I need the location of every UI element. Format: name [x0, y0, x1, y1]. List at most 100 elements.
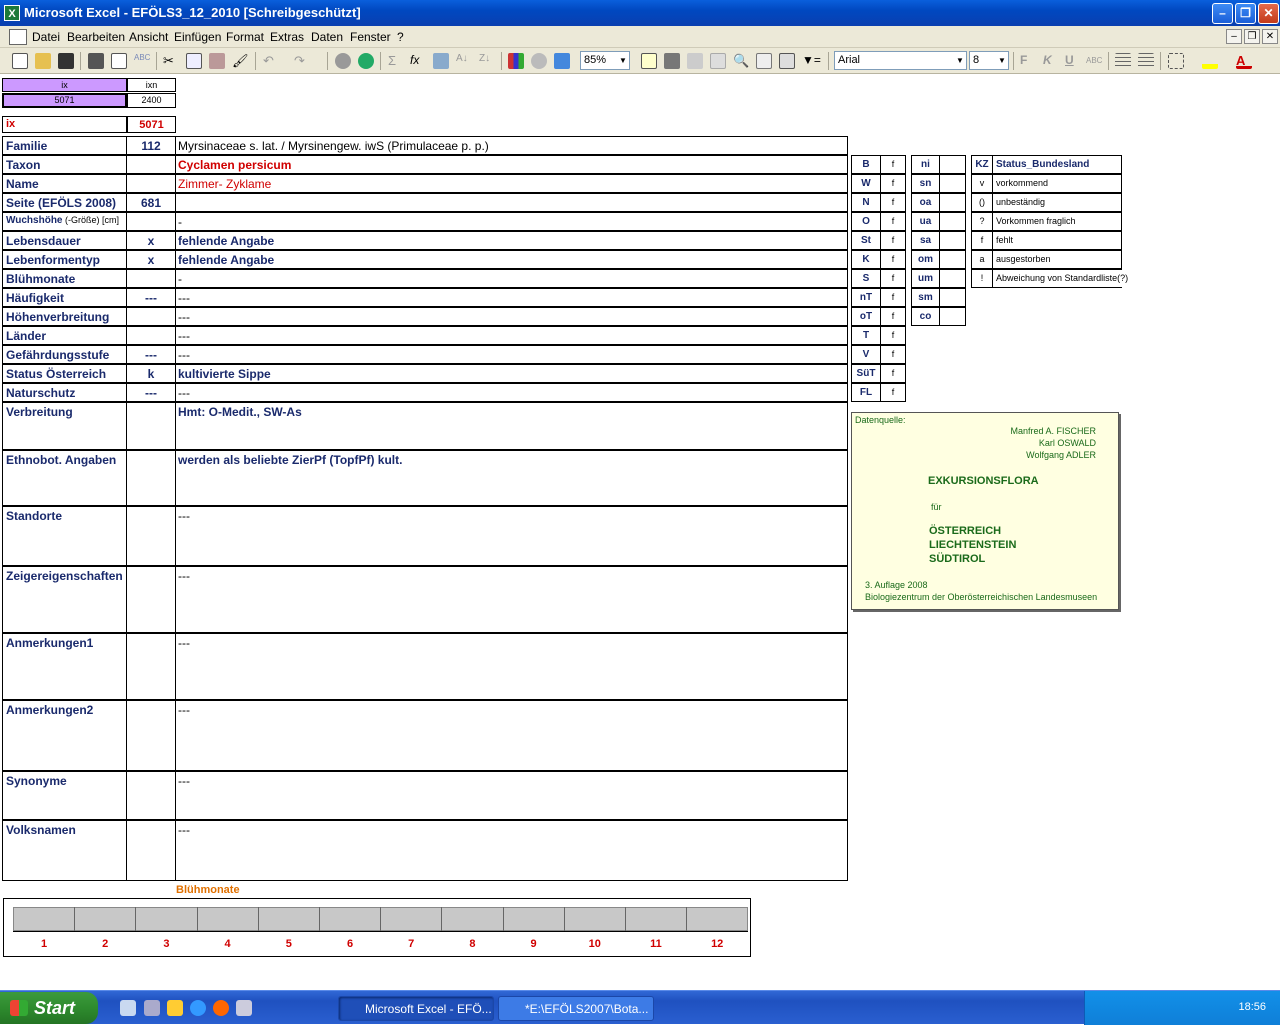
chart-icon[interactable]: [508, 53, 524, 69]
doc-minimize-button[interactable]: –: [1226, 29, 1242, 44]
row-value[interactable]: ---: [175, 820, 848, 881]
row-value[interactable]: Zimmer- Zyklame: [175, 174, 848, 193]
bundesland-code[interactable]: O: [851, 212, 881, 231]
function-icon[interactable]: fx: [410, 53, 426, 69]
print-icon[interactable]: [88, 53, 104, 69]
row-code[interactable]: 681: [126, 193, 176, 212]
open-icon[interactable]: [35, 53, 51, 69]
bundesland-status[interactable]: f: [880, 326, 906, 345]
bundesland-status2[interactable]: [939, 212, 966, 231]
close-button[interactable]: ✕: [1258, 3, 1279, 24]
row-code[interactable]: k: [126, 364, 176, 383]
start-button[interactable]: Start: [0, 992, 98, 1024]
save-icon[interactable]: [58, 53, 74, 69]
row-value[interactable]: ---: [175, 700, 848, 771]
underline-button[interactable]: U: [1065, 53, 1081, 69]
bundesland-status2[interactable]: [939, 307, 966, 326]
bundesland-code[interactable]: oT: [851, 307, 881, 326]
bundesland-code[interactable]: FL: [851, 383, 881, 402]
row-code[interactable]: [126, 402, 176, 450]
ixn-value[interactable]: 2400: [127, 93, 176, 108]
redo-icon[interactable]: ↷: [294, 53, 310, 69]
bundesland-status2[interactable]: [939, 193, 966, 212]
row-value[interactable]: ---: [175, 383, 848, 402]
bundesland-code2[interactable]: sn: [911, 174, 940, 193]
ix-value[interactable]: 5071: [2, 93, 127, 108]
bundesland-code2[interactable]: ua: [911, 212, 940, 231]
row-code[interactable]: [126, 700, 176, 771]
row-code[interactable]: [126, 326, 176, 345]
tool1-icon[interactable]: [664, 53, 680, 69]
row-value[interactable]: -: [175, 269, 848, 288]
row-value[interactable]: ---: [175, 633, 848, 700]
strike-button[interactable]: ABC: [1086, 53, 1102, 69]
bundesland-code[interactable]: nT: [851, 288, 881, 307]
format-painter-icon[interactable]: 🖌: [232, 53, 249, 69]
fill-color-icon[interactable]: [1202, 53, 1218, 69]
tool2-icon[interactable]: [687, 53, 703, 69]
bundesland-code[interactable]: S: [851, 269, 881, 288]
row-value[interactable]: Myrsinaceae s. lat. / Myrsinengew. iwS (…: [175, 136, 848, 155]
menu-datei[interactable]: Datei: [32, 30, 60, 44]
font-color-icon[interactable]: A: [1236, 53, 1252, 69]
bundesland-code[interactable]: V: [851, 345, 881, 364]
tool4-icon[interactable]: [756, 53, 772, 69]
firefox-icon[interactable]: [213, 1000, 229, 1016]
row-value[interactable]: ---: [175, 566, 848, 633]
spelling-icon[interactable]: ABC: [134, 53, 150, 69]
menu-daten[interactable]: Daten: [311, 30, 343, 44]
menu-einfuegen[interactable]: Einfügen: [174, 30, 221, 44]
desktop-icon[interactable]: [120, 1000, 136, 1016]
ix-label-value[interactable]: 5071: [127, 116, 176, 133]
row-value[interactable]: ---: [175, 771, 848, 820]
font-size-select[interactable]: 8 ▼: [969, 51, 1009, 70]
paste-icon[interactable]: [209, 53, 225, 69]
bundesland-status2[interactable]: [939, 250, 966, 269]
menu-help[interactable]: ?: [397, 30, 404, 44]
row-value[interactable]: Cyclamen persicum: [175, 155, 848, 174]
bundesland-status2[interactable]: [939, 269, 966, 288]
bundesland-code2[interactable]: um: [911, 269, 940, 288]
row-code[interactable]: [126, 820, 176, 881]
row-value[interactable]: fehlende Angabe: [175, 250, 848, 269]
bundesland-status[interactable]: f: [880, 212, 906, 231]
autosum-icon[interactable]: Σ: [388, 53, 404, 69]
bundesland-status[interactable]: f: [880, 250, 906, 269]
minimize-button[interactable]: –: [1212, 3, 1233, 24]
sort-desc-icon[interactable]: Z↓: [479, 53, 495, 69]
row-value[interactable]: [175, 193, 848, 212]
row-code[interactable]: [126, 506, 176, 566]
row-value[interactable]: ---: [175, 288, 848, 307]
copy-icon[interactable]: [186, 53, 202, 69]
row-code[interactable]: ---: [126, 383, 176, 402]
bundesland-status2[interactable]: [939, 288, 966, 307]
web-icon[interactable]: [358, 53, 374, 69]
bundesland-status[interactable]: f: [880, 288, 906, 307]
row-value[interactable]: ---: [175, 506, 848, 566]
row-code[interactable]: ---: [126, 345, 176, 364]
bundesland-code[interactable]: K: [851, 250, 881, 269]
align-center-icon[interactable]: [1138, 53, 1154, 69]
bundesland-code2[interactable]: ni: [911, 155, 940, 174]
media-icon[interactable]: [167, 1000, 183, 1016]
bundesland-code[interactable]: B: [851, 155, 881, 174]
row-code[interactable]: x: [126, 250, 176, 269]
ixn-header[interactable]: ixn: [127, 78, 176, 92]
autofilter-icon[interactable]: ▼=: [802, 53, 821, 69]
row-code[interactable]: 112: [126, 136, 176, 155]
row-code[interactable]: [126, 450, 176, 506]
cut-icon[interactable]: ✂: [163, 53, 179, 69]
menu-bearbeiten[interactable]: Bearbeiten: [67, 30, 125, 44]
menu-ansicht[interactable]: Ansicht: [129, 30, 168, 44]
row-value[interactable]: ---: [175, 326, 848, 345]
sort-asc-icon[interactable]: A↓: [456, 53, 472, 69]
row-value[interactable]: ---: [175, 307, 848, 326]
find-icon[interactable]: 🔍: [733, 53, 749, 69]
row-code[interactable]: [126, 212, 176, 231]
undo-icon[interactable]: ↶: [263, 53, 279, 69]
restore-button[interactable]: ❐: [1235, 3, 1256, 24]
task-explorer[interactable]: *E:\EFÖLS2007\Bota...: [498, 996, 654, 1021]
menu-fenster[interactable]: Fenster: [350, 30, 391, 44]
row-code[interactable]: x: [126, 231, 176, 250]
ix-header[interactable]: ix: [2, 78, 127, 92]
